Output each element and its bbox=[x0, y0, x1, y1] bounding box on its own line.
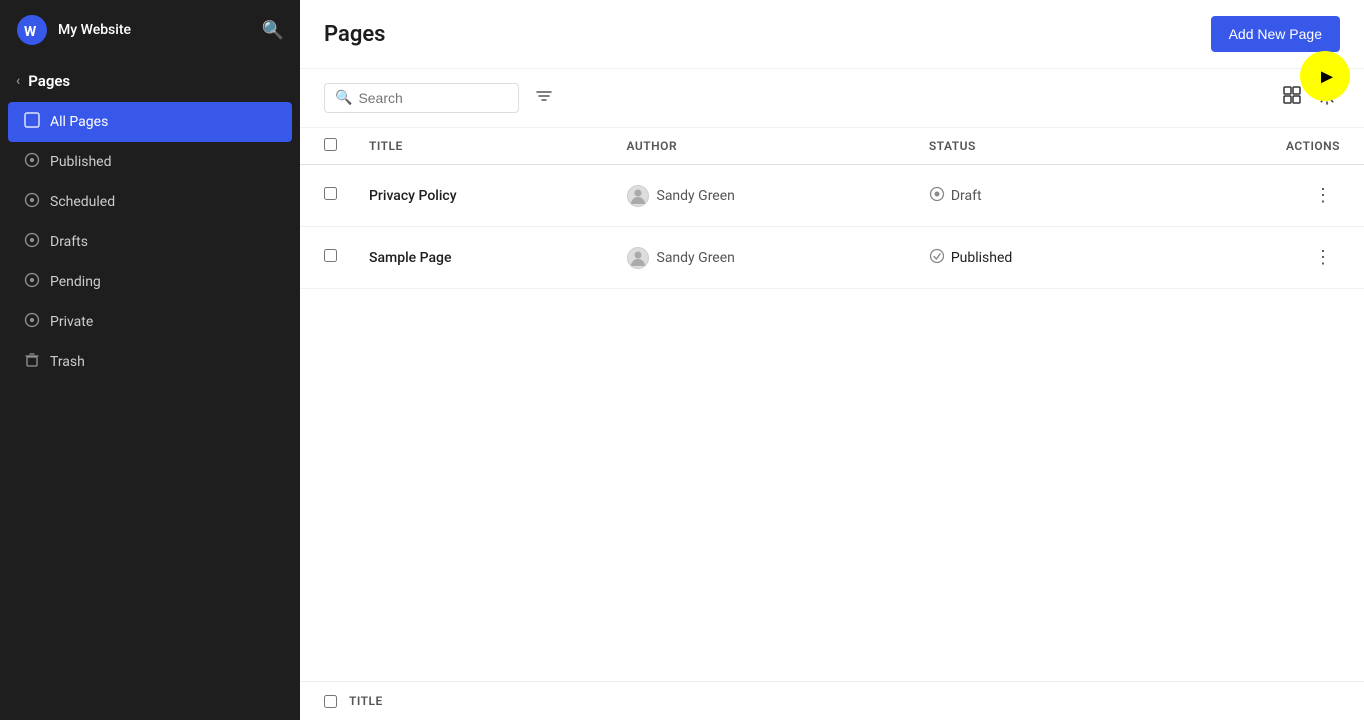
svg-text:W: W bbox=[24, 24, 37, 40]
row-checkbox[interactable] bbox=[324, 249, 337, 262]
toolbar-left: 🔍 bbox=[324, 83, 561, 114]
draft-status-icon bbox=[929, 186, 945, 206]
pages-table: TITLE AUTHOR STATUS ACTIONS Privacy Poli… bbox=[300, 128, 1364, 681]
search-icon: 🔍 bbox=[335, 90, 352, 106]
table-body: Privacy Policy Sandy Green bbox=[300, 165, 1364, 289]
site-name: My Website bbox=[58, 22, 131, 38]
sidebar-item-drafts-label: Drafts bbox=[50, 234, 88, 250]
filter-button[interactable] bbox=[527, 83, 561, 114]
sidebar: W My Website 🔍 ‹ Pages All Pages Publish… bbox=[0, 0, 300, 720]
row-actions-button[interactable]: ⋮ bbox=[1306, 181, 1340, 210]
sidebar-item-private-label: Private bbox=[50, 314, 93, 330]
author-name: Sandy Green bbox=[657, 188, 735, 204]
sidebar-item-scheduled-label: Scheduled bbox=[50, 194, 115, 210]
sidebar-item-all-pages[interactable]: All Pages bbox=[8, 102, 292, 142]
actions-header: ACTIONS bbox=[1162, 128, 1364, 165]
status-label: Published bbox=[951, 250, 1012, 266]
author-avatar bbox=[627, 247, 649, 269]
settings-icon bbox=[1318, 87, 1336, 105]
row-title[interactable]: Privacy Policy bbox=[353, 165, 611, 227]
sidebar-item-scheduled[interactable]: Scheduled bbox=[8, 182, 292, 222]
scheduled-icon bbox=[24, 192, 40, 212]
sidebar-item-trash-label: Trash bbox=[50, 354, 85, 370]
row-author: Sandy Green bbox=[611, 227, 913, 289]
add-new-page-button[interactable]: Add New Page bbox=[1211, 16, 1340, 52]
row-title[interactable]: Sample Page bbox=[353, 227, 611, 289]
select-all-header bbox=[300, 128, 353, 165]
avatar-icon bbox=[627, 185, 649, 207]
author-name: Sandy Green bbox=[657, 250, 735, 266]
row-actions: ⋮ bbox=[1162, 227, 1364, 289]
settings-button[interactable] bbox=[1314, 83, 1340, 114]
sidebar-header: W My Website 🔍 bbox=[0, 0, 300, 60]
row-status: Published bbox=[913, 227, 1162, 289]
sidebar-item-drafts[interactable]: Drafts bbox=[8, 222, 292, 262]
footer-title-label: TITLE bbox=[349, 694, 383, 708]
table-header: TITLE AUTHOR STATUS ACTIONS bbox=[300, 128, 1364, 165]
sidebar-item-published[interactable]: Published bbox=[8, 142, 292, 182]
table-footer: TITLE bbox=[300, 681, 1364, 720]
sidebar-item-trash[interactable]: Trash bbox=[8, 342, 292, 382]
table-row: Sample Page Sandy Green bbox=[300, 227, 1364, 289]
sidebar-section-title: Pages bbox=[28, 72, 70, 90]
table-row: Privacy Policy Sandy Green bbox=[300, 165, 1364, 227]
select-all-checkbox[interactable] bbox=[324, 138, 337, 151]
all-pages-icon bbox=[24, 112, 40, 132]
title-header: TITLE bbox=[353, 128, 611, 165]
row-author: Sandy Green bbox=[611, 165, 913, 227]
footer-select-checkbox[interactable] bbox=[324, 695, 337, 708]
row-status: Draft bbox=[913, 165, 1162, 227]
pending-icon bbox=[24, 272, 40, 292]
published-icon bbox=[24, 152, 40, 172]
trash-icon bbox=[24, 352, 40, 372]
sidebar-item-private[interactable]: Private bbox=[8, 302, 292, 342]
pages-list-table: TITLE AUTHOR STATUS ACTIONS Privacy Poli… bbox=[300, 128, 1364, 289]
published-status-icon bbox=[929, 248, 945, 268]
sidebar-item-all-pages-label: All Pages bbox=[50, 114, 108, 130]
row-actions: ⋮ bbox=[1162, 165, 1364, 227]
toolbar-right: ► bbox=[1278, 81, 1340, 115]
main-header: Pages Add New Page bbox=[300, 0, 1364, 69]
table-view-icon bbox=[1282, 85, 1302, 105]
row-actions-button[interactable]: ⋮ bbox=[1306, 243, 1340, 272]
main-content: Pages Add New Page 🔍 ► bbox=[300, 0, 1364, 720]
sidebar-item-pending[interactable]: Pending bbox=[8, 262, 292, 302]
sidebar-section-header: ‹ Pages bbox=[0, 60, 300, 98]
search-box[interactable]: 🔍 bbox=[324, 83, 519, 113]
sidebar-search-icon[interactable]: 🔍 bbox=[262, 20, 284, 41]
row-select-cell bbox=[300, 165, 353, 227]
author-avatar bbox=[627, 185, 649, 207]
status-label: Draft bbox=[951, 188, 982, 204]
back-arrow-icon[interactable]: ‹ bbox=[16, 73, 20, 89]
author-header: AUTHOR bbox=[611, 128, 913, 165]
status-header: STATUS bbox=[913, 128, 1162, 165]
page-title: Pages bbox=[324, 22, 385, 47]
wordpress-logo: W bbox=[16, 14, 48, 46]
sidebar-item-pending-label: Pending bbox=[50, 274, 101, 290]
private-icon bbox=[24, 312, 40, 332]
table-view-button[interactable] bbox=[1278, 81, 1306, 115]
row-select-cell bbox=[300, 227, 353, 289]
toolbar: 🔍 ► bbox=[300, 69, 1364, 128]
search-input[interactable] bbox=[358, 90, 508, 106]
sidebar-nav: All Pages Published Scheduled Drafts Pen… bbox=[0, 98, 300, 386]
row-checkbox[interactable] bbox=[324, 187, 337, 200]
sidebar-item-published-label: Published bbox=[50, 154, 111, 170]
avatar-icon bbox=[627, 247, 649, 269]
filter-icon bbox=[535, 87, 553, 105]
drafts-icon bbox=[24, 232, 40, 252]
